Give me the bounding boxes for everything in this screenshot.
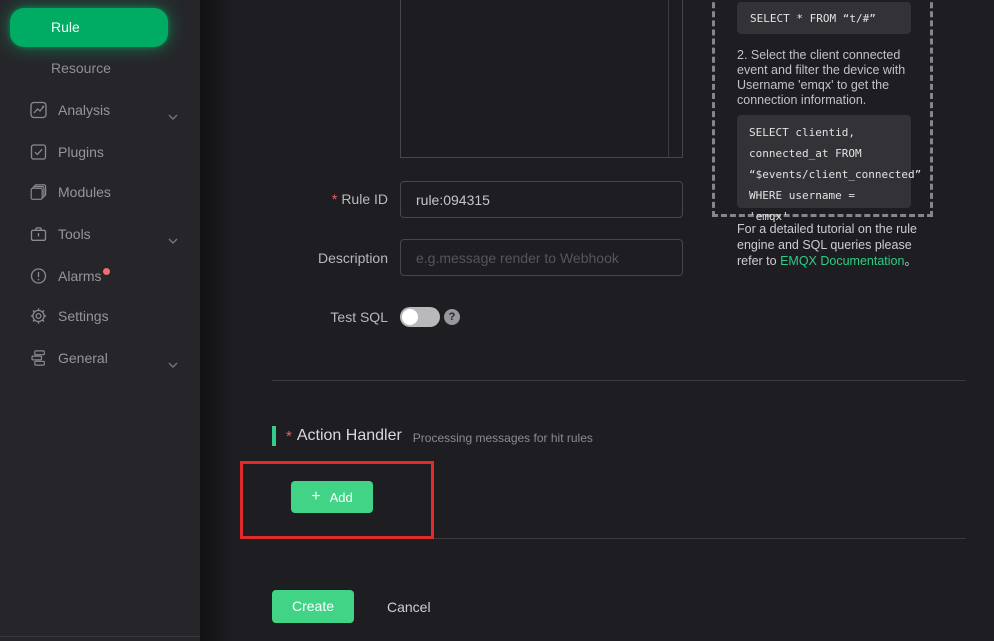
help-step-2-text: 2. Select the client connected event and… — [737, 48, 919, 108]
emqx-documentation-link[interactable]: EMQX Documentation — [780, 254, 904, 268]
section-hint: Processing messages for hit rules — [413, 428, 593, 445]
rule-id-label: *Rule ID — [228, 191, 388, 207]
required-asterisk: * — [332, 191, 337, 207]
plugins-checkbox-icon — [30, 144, 47, 161]
help-panel: SELECT * FROM “t/#” 2. Select the client… — [712, 0, 933, 217]
add-action-button[interactable]: + Add — [291, 481, 373, 513]
sidebar-item-modules[interactable]: Modules — [0, 171, 200, 213]
sidebar: Rule Resource Analysis Plugins — [0, 0, 200, 641]
section-accent-bar — [272, 426, 276, 446]
scrollbar[interactable] — [668, 0, 669, 157]
sidebar-item-rule[interactable]: Rule — [10, 8, 168, 47]
section-divider — [272, 380, 966, 381]
toggle-knob — [402, 309, 418, 325]
help-footer-text: For a detailed tutorial on the rule engi… — [737, 221, 919, 269]
description-input[interactable] — [400, 239, 683, 276]
chevron-down-icon — [168, 107, 178, 113]
sidebar-item-settings[interactable]: Settings — [0, 295, 200, 337]
create-button[interactable]: Create — [272, 590, 354, 623]
sidebar-item-label: Settings — [58, 308, 109, 324]
code-line: “$events/client_connected” — [749, 164, 899, 185]
footer-text: 。 — [904, 254, 917, 268]
plus-icon: + — [311, 489, 320, 505]
sidebar-item-label: Tools — [58, 226, 91, 242]
sidebar-item-tools[interactable]: Tools — [0, 213, 200, 255]
sql-example-client-connected: SELECT clientid, connected_at FROM “$eve… — [737, 115, 911, 208]
help-question-icon[interactable]: ? — [444, 309, 460, 325]
section-divider — [272, 538, 966, 539]
cancel-button[interactable]: Cancel — [387, 599, 431, 615]
description-label: Description — [228, 250, 388, 266]
code-line: connected_at FROM — [749, 143, 899, 164]
sidebar-item-alarms[interactable]: Alarms — [0, 255, 200, 297]
sidebar-item-label: Analysis — [58, 102, 110, 118]
sidebar-item-general[interactable]: General — [0, 337, 200, 379]
alarm-badge-dot — [103, 268, 110, 275]
sidebar-item-label: Resource — [51, 60, 111, 76]
rule-id-input[interactable] — [400, 181, 683, 218]
sidebar-item-label: Modules — [58, 184, 111, 200]
alarms-alert-icon — [30, 268, 47, 285]
sidebar-item-analysis[interactable]: Analysis — [0, 89, 200, 131]
sidebar-item-resource[interactable]: Resource — [51, 60, 111, 76]
modules-layers-icon — [30, 184, 47, 201]
action-handler-header: * Action Handler Processing messages for… — [272, 425, 593, 447]
sidebar-item-label: Rule — [51, 19, 80, 35]
analysis-chart-icon — [30, 102, 47, 119]
sidebar-item-plugins[interactable]: Plugins — [0, 131, 200, 173]
general-structure-icon — [30, 350, 47, 367]
required-asterisk: * — [286, 428, 292, 445]
sidebar-item-label: Plugins — [58, 144, 104, 160]
code-line: SELECT clientid, — [749, 122, 899, 143]
test-sql-label: Test SQL — [228, 309, 388, 325]
chevron-down-icon — [168, 231, 178, 237]
test-sql-toggle[interactable] — [400, 307, 440, 327]
sql-editor[interactable] — [400, 0, 683, 158]
add-button-label: Add — [330, 490, 353, 505]
settings-gear-icon — [30, 308, 47, 325]
tools-briefcase-icon — [30, 226, 47, 243]
chevron-down-icon — [168, 355, 178, 361]
sidebar-shadow — [200, 0, 234, 641]
sidebar-divider — [0, 636, 200, 637]
sql-example-basic: SELECT * FROM “t/#” — [737, 2, 911, 34]
section-title: Action Handler — [297, 427, 402, 445]
sidebar-item-label: Alarms — [58, 268, 110, 284]
sidebar-item-label: General — [58, 350, 108, 366]
